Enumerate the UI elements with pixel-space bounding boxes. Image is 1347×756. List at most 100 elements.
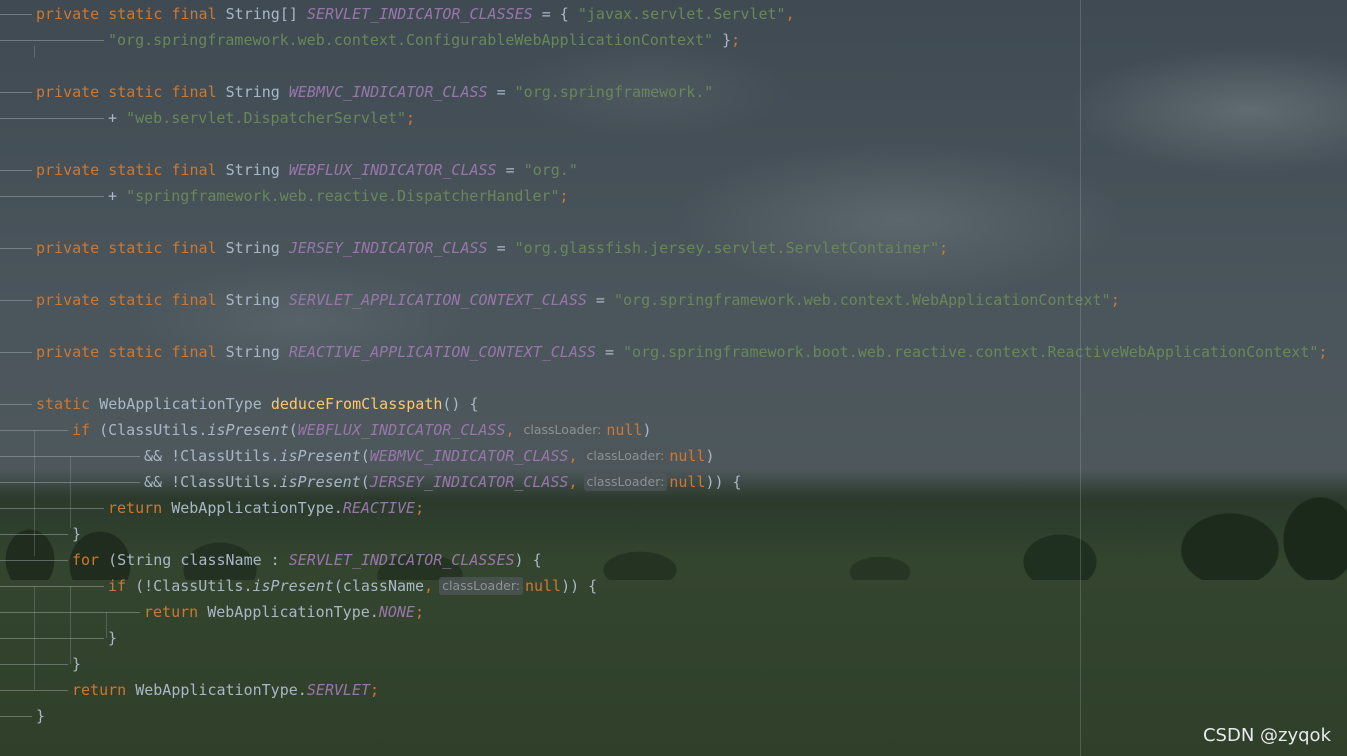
code-token: , xyxy=(568,447,578,465)
code-token: REACTIVE xyxy=(342,499,416,517)
code-line[interactable]: private static final String REACTIVE_APP… xyxy=(0,339,1347,365)
code-line[interactable] xyxy=(0,209,1347,235)
code-line[interactable]: private static final String WEBMVC_INDIC… xyxy=(0,79,1347,105)
code-token: if xyxy=(72,421,100,439)
code-line[interactable]: + "springframework.web.reactive.Dispatch… xyxy=(0,183,1347,209)
code-token: , xyxy=(505,421,515,439)
code-token: if xyxy=(108,577,136,595)
indent-guide-vertical xyxy=(34,430,35,556)
code-line[interactable] xyxy=(0,53,1347,79)
code-token: return xyxy=(144,603,208,621)
code-token: && !ClassUtils. xyxy=(144,473,280,491)
code-token: = xyxy=(595,343,624,361)
code-token: () { xyxy=(442,395,479,413)
code-line[interactable]: private static final String JERSEY_INDIC… xyxy=(0,235,1347,261)
code-line[interactable]: if (!ClassUtils.isPresent(className, clas… xyxy=(0,573,1347,599)
code-token: "org.springframework.boot.web.reactive.c… xyxy=(623,343,1319,361)
code-line[interactable] xyxy=(0,261,1347,287)
indent-guide-vertical xyxy=(34,46,35,58)
code-token: } xyxy=(72,655,82,673)
code-line[interactable]: private static final String[] SERVLET_IN… xyxy=(0,1,1347,27)
code-text: if (ClassUtils.isPresent(WEBFLUX_INDICAT… xyxy=(72,417,652,443)
indent-guide xyxy=(0,300,32,301)
code-token: for xyxy=(72,551,109,569)
indent-guide-vertical xyxy=(70,456,71,528)
indent-guide-vertical xyxy=(34,586,35,690)
code-token: "org.springframework." xyxy=(514,83,714,101)
code-token: "org.springframework.web.context.WebAppl… xyxy=(613,291,1111,309)
code-token: WEBFLUX_INDICATOR_CLASS xyxy=(288,161,497,179)
code-token: static xyxy=(36,395,100,413)
code-line[interactable]: return WebApplicationType.SERVLET; xyxy=(0,677,1347,703)
code-line[interactable]: } xyxy=(0,703,1347,729)
indent-guide xyxy=(0,508,104,509)
code-token: return xyxy=(108,499,172,517)
indent-guide xyxy=(0,248,32,249)
code-token: ) xyxy=(642,421,652,439)
code-line[interactable]: + "web.servlet.DispatcherServlet"; xyxy=(0,105,1347,131)
code-token: String xyxy=(225,343,289,361)
code-token: isPresent xyxy=(252,577,334,595)
code-token: String[] xyxy=(225,5,307,23)
code-line[interactable]: && !ClassUtils.isPresent(JERSEY_INDICATO… xyxy=(0,469,1347,495)
indent-guide xyxy=(0,40,104,41)
code-text: } xyxy=(72,521,81,547)
code-token: , xyxy=(424,577,434,595)
code-token: ; xyxy=(370,681,380,699)
code-token: "org." xyxy=(523,161,578,179)
code-token: private static final xyxy=(36,5,226,23)
code-token: isPresent xyxy=(279,473,361,491)
code-line[interactable]: } xyxy=(0,651,1347,677)
code-token: (ClassUtils. xyxy=(99,421,208,439)
code-editor[interactable]: private static final String[] SERVLET_IN… xyxy=(0,0,1347,756)
code-token: JERSEY_INDICATOR_CLASS xyxy=(288,239,488,257)
code-line[interactable]: private static final String WEBFLUX_INDI… xyxy=(0,157,1347,183)
code-token: private static final xyxy=(36,291,226,309)
code-token: } xyxy=(36,707,46,725)
code-line[interactable] xyxy=(0,365,1347,391)
code-text: private static final String REACTIVE_APP… xyxy=(36,339,1327,365)
code-line[interactable]: } xyxy=(0,521,1347,547)
code-token: private static final xyxy=(36,343,226,361)
code-line[interactable]: && !ClassUtils.isPresent(WEBMVC_INDICATO… xyxy=(0,443,1347,469)
code-token: (className xyxy=(333,577,425,595)
code-token: String xyxy=(225,239,289,257)
code-text: private static final String JERSEY_INDIC… xyxy=(36,235,948,261)
parameter-hint: classLoader: xyxy=(520,421,605,439)
code-line[interactable] xyxy=(0,131,1347,157)
code-text: && !ClassUtils.isPresent(WEBMVC_INDICATO… xyxy=(144,443,715,469)
code-text: } xyxy=(36,703,45,729)
code-text: + "springframework.web.reactive.Dispatch… xyxy=(108,183,569,209)
code-token: (!ClassUtils. xyxy=(135,577,253,595)
code-line[interactable]: return WebApplicationType.REACTIVE; xyxy=(0,495,1347,521)
code-line[interactable]: } xyxy=(0,625,1347,651)
code-token: = xyxy=(487,83,515,101)
code-line[interactable]: return WebApplicationType.NONE; xyxy=(0,599,1347,625)
code-token: WebApplicationType. xyxy=(135,681,307,699)
parameter-hint: classLoader: xyxy=(583,473,668,491)
code-token: + xyxy=(108,109,127,127)
code-line[interactable]: "org.springframework.web.context.Configu… xyxy=(0,27,1347,53)
code-token: SERVLET_APPLICATION_CONTEXT_CLASS xyxy=(288,291,587,309)
code-text: return WebApplicationType.REACTIVE; xyxy=(108,495,424,521)
code-token: (String className : xyxy=(108,551,289,569)
code-token: } xyxy=(108,629,118,647)
code-text: private static final String WEBMVC_INDIC… xyxy=(36,79,713,105)
code-token: WEBFLUX_INDICATOR_CLASS xyxy=(297,421,506,439)
code-token: REACTIVE_APPLICATION_CONTEXT_CLASS xyxy=(288,343,596,361)
code-token: null xyxy=(669,473,706,491)
code-token: private static final xyxy=(36,239,226,257)
watermark: CSDN @zyqok xyxy=(1202,725,1331,746)
code-text: return WebApplicationType.NONE; xyxy=(144,599,424,625)
code-text: + "web.servlet.DispatcherServlet"; xyxy=(108,105,415,131)
code-token: isPresent xyxy=(279,447,361,465)
code-line[interactable] xyxy=(0,313,1347,339)
code-line[interactable]: if (ClassUtils.isPresent(WEBFLUX_INDICAT… xyxy=(0,417,1347,443)
code-token: private static final xyxy=(36,161,226,179)
code-token: WebApplicationType. xyxy=(171,499,343,517)
code-line[interactable]: static WebApplicationType deduceFromClas… xyxy=(0,391,1347,417)
code-line[interactable]: for (String className : SERVLET_INDICATO… xyxy=(0,547,1347,573)
code-line[interactable]: private static final String SERVLET_APPL… xyxy=(0,287,1347,313)
indent-guide-vertical xyxy=(70,586,71,664)
code-token: ( xyxy=(360,473,370,491)
